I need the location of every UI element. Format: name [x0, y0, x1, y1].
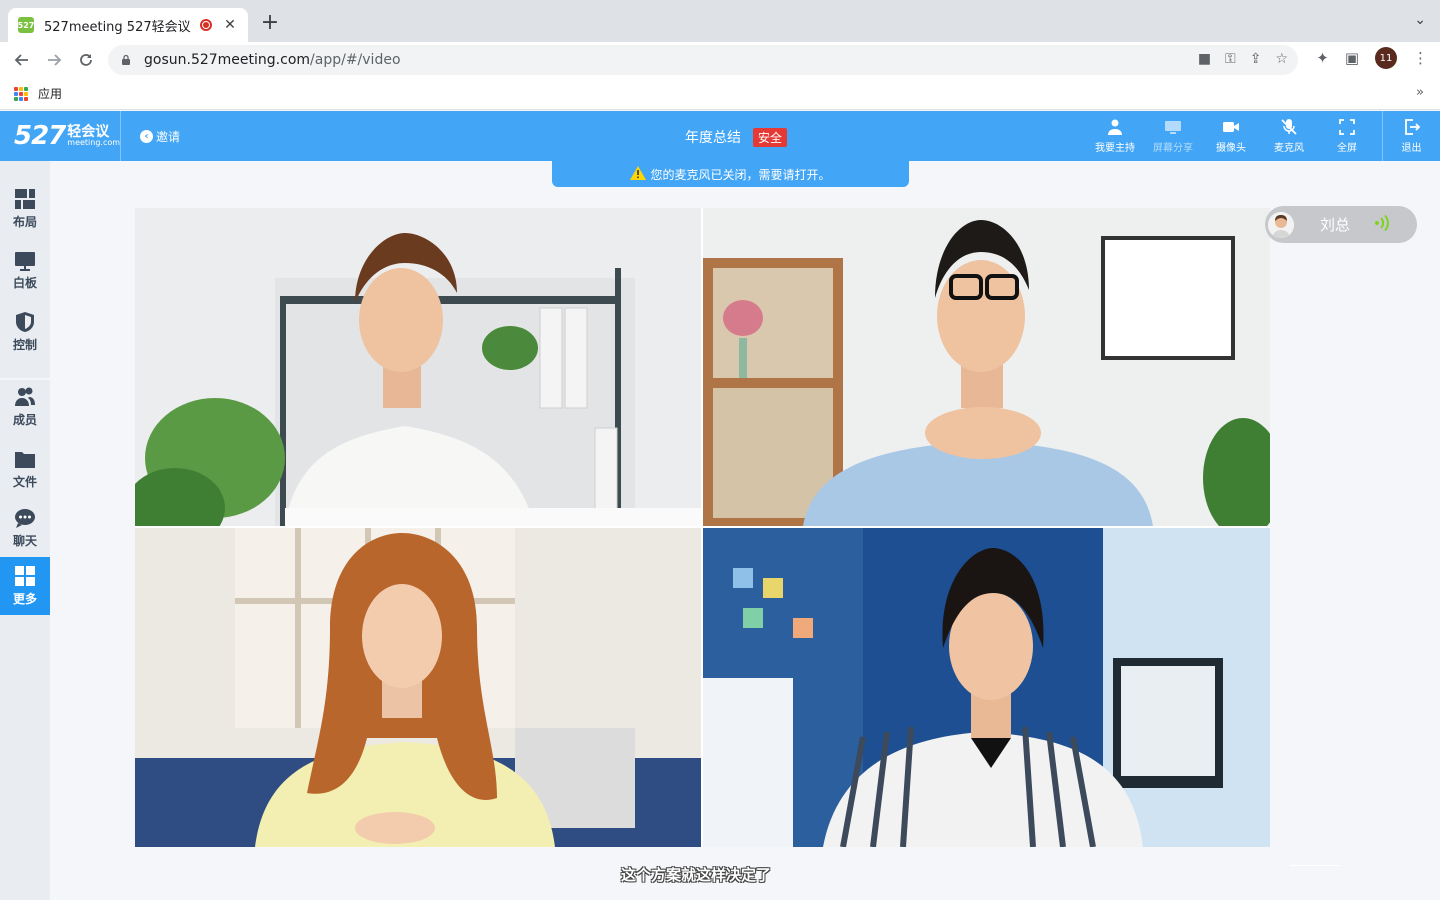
sidebar: 布局 白板 控制 成员 文件 聊天 更多 [0, 161, 50, 900]
live-subtitle: 这个方案就这样决定了 [620, 866, 771, 884]
extensions-puzzle-icon[interactable]: ✦ [1316, 49, 1329, 67]
lock-icon [122, 54, 130, 65]
video-tile-participant-3[interactable] [135, 528, 701, 847]
url-text: gosun.527meeting.com/app/#/video [144, 52, 401, 68]
header-actions: 我要主持 屏幕分享 摄像头 麦克风 全屏 退出 [1086, 111, 1440, 161]
mic-off-notice: 您的麦克风已关闭，需要请打开。 [552, 161, 909, 187]
close-tab-icon[interactable]: ✕ [222, 17, 238, 33]
microphone-muted-icon [1280, 118, 1298, 136]
sidebar-item-members[interactable]: 成员 [0, 378, 50, 436]
speaker-avatar [1268, 211, 1294, 238]
recording-indicator-icon [200, 19, 212, 31]
camera-permission-icon[interactable]: ■ [1198, 51, 1211, 67]
folder-icon [15, 452, 35, 468]
tab-search-chevron-icon[interactable]: ⌄ [1414, 12, 1426, 28]
exit-icon [1403, 118, 1421, 136]
volume-icon [1373, 214, 1391, 236]
members-icon [15, 387, 35, 406]
fullscreen-button[interactable]: 全屏 [1318, 111, 1376, 161]
sidebar-item-layout[interactable]: 布局 [0, 180, 50, 238]
key-icon[interactable]: ⚿ [1225, 51, 1236, 67]
participant-video-image [135, 528, 701, 847]
browser-tab[interactable]: 527 527meeting 527轻会议 ✕ [8, 8, 248, 42]
bookmarks-overflow-icon[interactable]: » [1416, 85, 1424, 100]
participant-video-image [703, 528, 1270, 847]
video-tile-participant-1[interactable] [135, 208, 701, 526]
bookmarks-bar: 应用 » [0, 78, 1440, 110]
shield-icon [16, 312, 34, 332]
invite-button[interactable]: ‹ 邀请 [140, 128, 180, 145]
secure-badge: 安全 [753, 127, 788, 147]
app-header: 527 轻会议 meeting.com ‹ 邀请 年度总结 安全 我要主持 屏幕分… [0, 111, 1440, 161]
sidebar-item-chat[interactable]: 聊天 [0, 499, 50, 557]
profile-avatar[interactable]: 11 [1375, 47, 1397, 69]
speaker-name: 刘总 [1320, 216, 1351, 234]
site-favicon-icon: 527 [18, 17, 34, 33]
participant-video-image [135, 208, 701, 526]
forward-icon[interactable] [38, 44, 70, 76]
sidebar-item-files[interactable]: 文件 [0, 440, 50, 498]
browser-menu-icon[interactable]: ⋮ [1413, 49, 1428, 67]
side-panel-icon[interactable]: ▣ [1345, 49, 1359, 67]
warning-icon [630, 165, 647, 183]
meeting-title: 年度总结 安全 [685, 127, 788, 147]
back-icon[interactable] [6, 44, 38, 76]
sidebar-item-whiteboard[interactable]: 白板 [0, 241, 50, 299]
video-grid [135, 208, 1270, 847]
apps-grid-icon[interactable] [14, 86, 28, 101]
camera-button[interactable]: 摄像头 [1202, 111, 1260, 161]
sidebar-item-more[interactable]: 更多 [0, 557, 50, 615]
browser-toolbar: gosun.527meeting.com/app/#/video ■ ⚿ ⇪ ☆… [0, 42, 1440, 78]
host-button[interactable]: 我要主持 [1086, 111, 1144, 161]
exit-button[interactable]: 退出 [1382, 111, 1440, 161]
address-bar[interactable]: gosun.527meeting.com/app/#/video ■ ⚿ ⇪ ☆ [108, 45, 1298, 75]
logo: 527 轻会议 meeting.com [0, 111, 121, 161]
bookmark-star-icon[interactable]: ☆ [1275, 51, 1288, 67]
layout-icon [15, 189, 35, 209]
screen-share-button[interactable]: 屏幕分享 [1144, 111, 1202, 161]
chat-icon [15, 509, 35, 528]
whiteboard-icon [15, 252, 35, 271]
grid-icon [15, 566, 35, 586]
bookmark-apps[interactable]: 应用 [38, 85, 62, 102]
video-tile-participant-2[interactable] [703, 208, 1270, 526]
sidebar-item-control[interactable]: 控制 [0, 303, 50, 361]
reload-icon[interactable] [70, 44, 102, 76]
camera-icon [1222, 118, 1240, 136]
tab-title: 527meeting 527轻会议 [44, 19, 191, 35]
host-icon [1106, 118, 1124, 136]
video-tile-participant-4[interactable] [703, 528, 1270, 847]
participant-video-image [703, 208, 1270, 526]
screen-share-icon [1164, 118, 1182, 136]
share-icon[interactable]: ⇪ [1250, 51, 1262, 67]
new-tab-button[interactable]: + [258, 12, 282, 36]
fullscreen-icon [1338, 118, 1356, 136]
active-speaker-chip[interactable]: 刘总 [1265, 206, 1417, 243]
back-circle-icon: ‹ [140, 130, 153, 143]
microphone-button[interactable]: 麦克风 [1260, 111, 1318, 161]
browser-tab-strip: 527 527meeting 527轻会议 ✕ + ⌄ [0, 0, 1440, 42]
divider [1290, 865, 1340, 866]
